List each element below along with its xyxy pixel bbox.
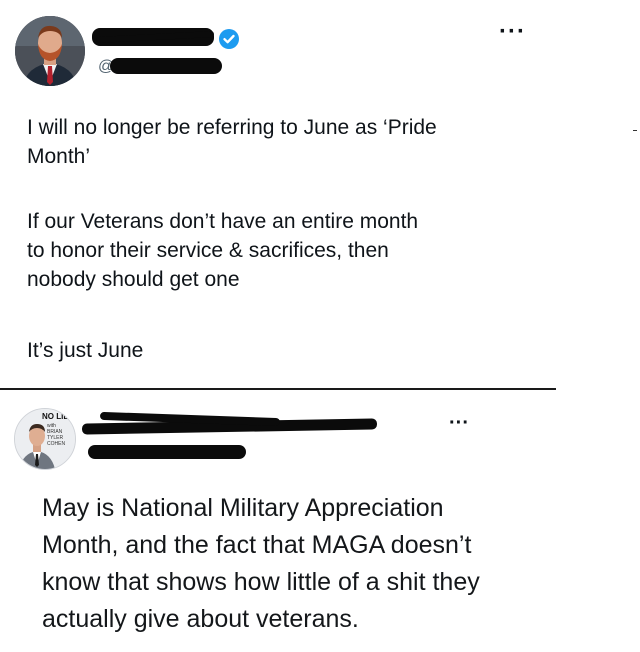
post-text-paragraph-3: It’s just June [27,339,144,362]
avatar-badge-text: NO LIE [42,412,69,421]
post-text-paragraph-2: If our Veterans don’t have an entire mon… [27,210,419,291]
avatar-portrait-icon [15,16,85,86]
reply-more-options-button[interactable]: ··· [449,413,469,433]
avatar-badge-subtext: with BRIAN TYLER COHEN [47,423,66,447]
edge-mark [633,130,637,131]
redacted-handle [110,58,222,74]
post-divider [0,388,556,390]
reply-text: May is National Military Appreciation Mo… [42,494,480,633]
post-text-paragraph-1: I will no longer be referring to June as… [27,116,437,168]
more-options-button[interactable]: ··· [499,20,526,44]
reply-author-avatar[interactable]: NO LIE with BRIAN TYLER COHEN [14,408,76,470]
redacted-reply-handle [88,445,246,459]
author-avatar[interactable] [15,16,85,86]
verified-badge-icon [219,29,239,49]
